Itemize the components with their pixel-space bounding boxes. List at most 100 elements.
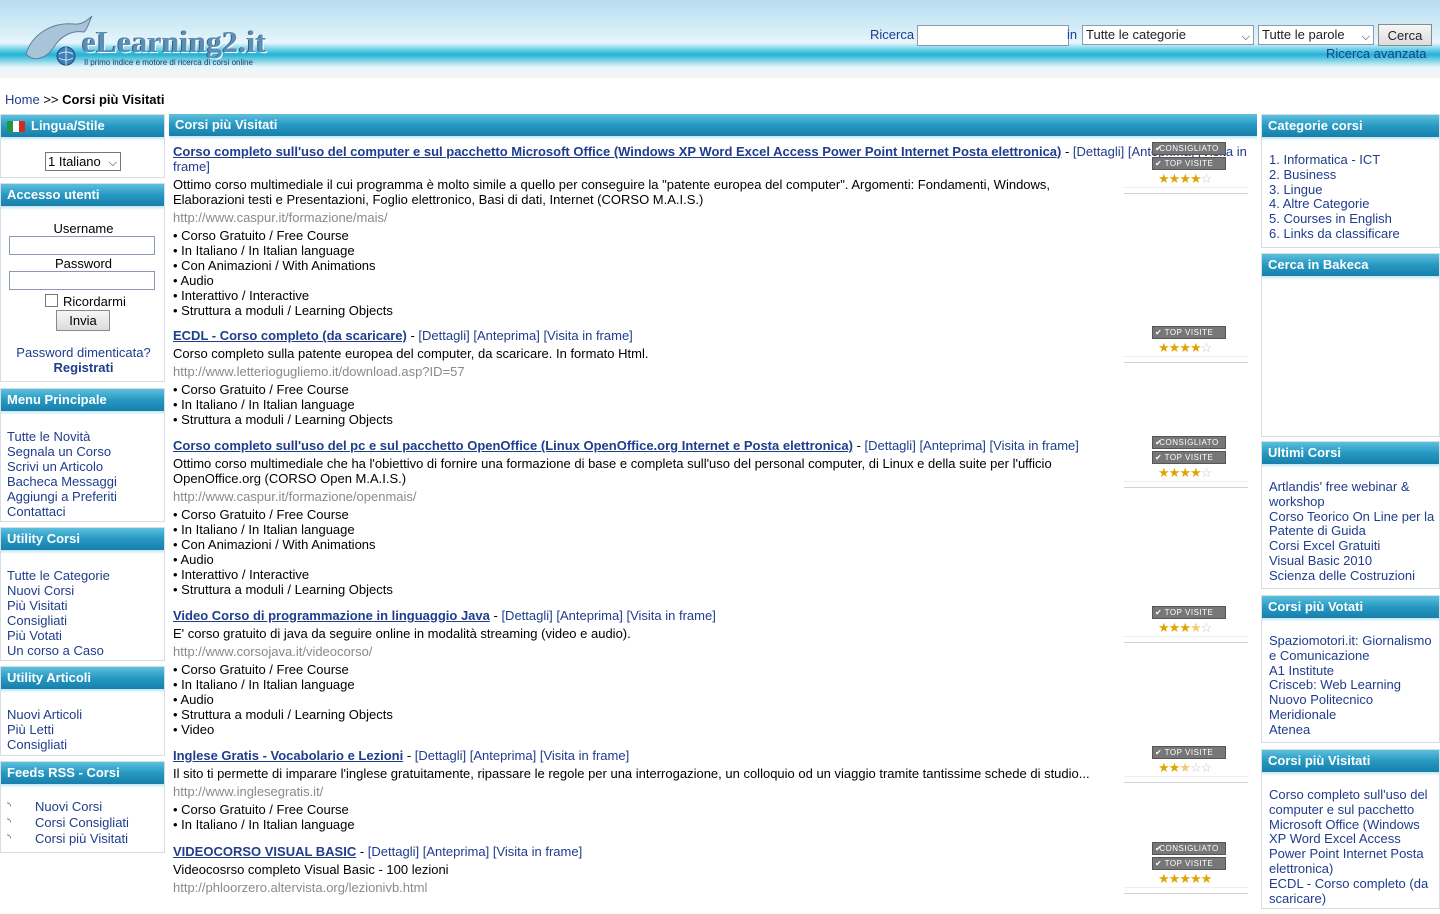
course-url: http://www.caspur.it/formazione/openmais…	[173, 489, 417, 504]
utility-item-votati[interactable]: Più Votati	[7, 628, 110, 643]
in-label: in	[1067, 27, 1078, 42]
course-details-link[interactable]: [Dettagli]	[415, 748, 466, 763]
menu-item-bacheca[interactable]: Bacheca Messaggi	[7, 474, 117, 489]
menu-item-articolo[interactable]: Scrivi un Articolo	[7, 459, 117, 474]
most-visited-title: Corsi più Visitati	[1262, 750, 1439, 776]
star-icon: ★	[1200, 871, 1213, 886]
register-link[interactable]: Registrati	[1, 360, 166, 375]
latest-course-link[interactable]: Visual Basic 2010	[1269, 553, 1437, 569]
visited-course-link[interactable]: Corso completo sull'uso del computer e s…	[1269, 787, 1437, 877]
utility-item-visitati[interactable]: Più Visitati	[7, 598, 110, 613]
login-submit-button[interactable]: Invia	[56, 310, 110, 331]
course-preview-link[interactable]: [Anteprima]	[919, 438, 985, 453]
course-frame-link[interactable]: [Visita in frame]	[626, 608, 715, 623]
course-title-link[interactable]: Inglese Gratis - Vocabolario e Lezioni	[173, 748, 403, 763]
rss-nuovi-link[interactable]: Nuovi Corsi	[35, 799, 102, 814]
star-icon: ★	[1158, 760, 1170, 775]
course-frame-link[interactable]: [Visita in frame]	[493, 844, 582, 859]
course-details-link[interactable]: [Dettagli]	[418, 328, 469, 343]
voted-course-link[interactable]: Nuovo Politecnico	[1269, 692, 1437, 708]
articles-item-nuovi[interactable]: Nuovi Articoli	[7, 707, 82, 722]
password-field[interactable]	[9, 271, 155, 290]
latest-course-link[interactable]: Corso Teorico On Line per la Patente di …	[1269, 509, 1437, 540]
menu-item-novita[interactable]: Tutte le Novità	[7, 429, 117, 444]
course-preview-link[interactable]: [Anteprima]	[473, 328, 539, 343]
voted-course-link[interactable]: Atenea	[1269, 722, 1437, 738]
course-details-link[interactable]: [Dettagli]	[501, 608, 552, 623]
menu-item-segnala[interactable]: Segnala un Corso	[7, 444, 117, 459]
feature-item: • Audio	[173, 552, 214, 567]
badge-divider	[1124, 776, 1248, 783]
star-icon: ★	[1179, 340, 1191, 355]
utility-item-caso[interactable]: Un corso a Caso	[7, 643, 110, 658]
menu-item-preferiti[interactable]: Aggiungi a Preferiti	[7, 489, 117, 504]
course-features: • Corso Gratuito / Free Course • In Ital…	[173, 507, 1253, 597]
latest-course-link[interactable]: Corsi Excel Gratuiti	[1269, 538, 1437, 554]
category-item-english[interactable]: 5. Courses in English	[1269, 211, 1437, 227]
rss-consigliati-link[interactable]: Corsi Consigliati	[35, 815, 129, 830]
feature-item: • In Italiano / In Italian language	[173, 817, 355, 832]
latest-course-link[interactable]: Artlandis' free webinar & workshop	[1269, 479, 1437, 510]
star-icon: ★	[1168, 465, 1181, 480]
course-title-link[interactable]: Corso completo sull'uso del pc e sul pac…	[173, 438, 853, 453]
course-title-link[interactable]: Corso completo sull'uso del computer e s…	[173, 144, 1061, 159]
star-icon: ★	[1189, 871, 1202, 886]
menu-item-contattaci[interactable]: Contattaci	[7, 504, 117, 519]
utility-item-consigliati[interactable]: Consigliati	[7, 613, 110, 628]
top-visits-badge: TOP VISITE	[1152, 606, 1226, 619]
utility-item-nuovi[interactable]: Nuovi Corsi	[7, 583, 110, 598]
star-icon: ★	[1189, 340, 1202, 355]
chevron-down-icon: ⌵	[1241, 31, 1250, 43]
course-url: http://www.letteriogugliemo.it/download.…	[173, 364, 465, 379]
feature-item: • Audio	[173, 273, 214, 288]
search-input[interactable]	[917, 25, 1069, 46]
category-item-informatica[interactable]: 1. Informatica - ICT	[1269, 152, 1437, 168]
course-preview-link[interactable]: [Anteprima]	[556, 608, 622, 623]
most-visited-list: Corso completo sull'uso del computer e s…	[1269, 787, 1437, 907]
forgot-password-link[interactable]: Password dimenticata?	[1, 345, 166, 360]
rss-row: ◝ Nuovi Corsi	[3, 798, 129, 814]
category-item-business[interactable]: 2. Business	[1269, 167, 1437, 183]
course-title-link[interactable]: ECDL - Corso completo (da scaricare)	[173, 328, 407, 343]
course-title-link[interactable]: Video Corso di programmazione in linguag…	[173, 608, 490, 623]
rss-visitati-link[interactable]: Corsi più Visitati	[35, 831, 128, 846]
language-select[interactable]: 1 Italiano ⌵	[45, 152, 121, 171]
course-description: Ottimo corso multimediale che ha l'obiet…	[173, 456, 1052, 486]
course-title-line: Corso completo sull'uso del pc e sul pac…	[173, 438, 1079, 453]
most-voted-list: Spaziomotori.it: Giornalismo e Comunicaz…	[1269, 633, 1437, 738]
course-preview-link[interactable]: [Anteprima]	[470, 748, 536, 763]
voted-course-link[interactable]: Meridionale	[1269, 707, 1437, 723]
star-icon: ★	[1168, 340, 1181, 355]
course-details-link[interactable]: [Dettagli]	[865, 438, 916, 453]
articles-item-consigliati[interactable]: Consigliati	[7, 737, 82, 752]
course-title-line: VIDEOCORSO VISUAL BASIC - [Dettagli] [An…	[173, 844, 583, 859]
course-frame-link[interactable]: [Visita in frame]	[543, 328, 632, 343]
course-details-link[interactable]: [Dettagli]	[1073, 144, 1124, 159]
voted-course-link[interactable]: Crisceb: Web Learning	[1269, 678, 1437, 693]
match-words-select[interactable]: Tutte le parole ⌵	[1258, 25, 1374, 45]
category-select[interactable]: Tutte le categorie ⌵	[1082, 25, 1254, 45]
star-icon: ★	[1179, 620, 1191, 635]
course-title-link[interactable]: VIDEOCORSO VISUAL BASIC	[173, 844, 356, 859]
course-details-link[interactable]: [Dettagli]	[368, 844, 419, 859]
voted-course-link[interactable]: Spaziomotori.it: Giornalismo e Comunicaz…	[1269, 633, 1437, 664]
username-field[interactable]	[9, 236, 155, 255]
visited-course-link[interactable]: ECDL - Corso completo (da scaricare)	[1269, 876, 1437, 907]
course-frame-link[interactable]: [Visita in frame]	[540, 748, 629, 763]
site-logo[interactable]: eLearning2.it Il primo indice e motore d…	[22, 10, 312, 75]
star-icon: ★	[1179, 465, 1191, 480]
advanced-search-link[interactable]: Ricerca avanzata	[1326, 46, 1426, 61]
category-item-altre[interactable]: 4. Altre Categorie	[1269, 197, 1437, 212]
category-item-lingue[interactable]: 3. Lingue	[1269, 182, 1437, 198]
utility-item-categorie[interactable]: Tutte le Categorie	[7, 568, 110, 583]
remember-checkbox[interactable]	[45, 294, 58, 307]
voted-course-link[interactable]: A1 Institute	[1269, 663, 1437, 679]
course-frame-link[interactable]: [Visita in frame]	[990, 438, 1079, 453]
star-icon: ★	[1158, 171, 1170, 186]
articles-item-letti[interactable]: Più Letti	[7, 722, 82, 737]
breadcrumb-home[interactable]: Home	[5, 92, 40, 107]
category-item-links[interactable]: 6. Links da classificare	[1269, 226, 1437, 242]
latest-course-link[interactable]: Scienza delle Costruzioni	[1269, 568, 1437, 584]
course-preview-link[interactable]: [Anteprima]	[423, 844, 489, 859]
search-button[interactable]: Cerca	[1378, 24, 1432, 46]
